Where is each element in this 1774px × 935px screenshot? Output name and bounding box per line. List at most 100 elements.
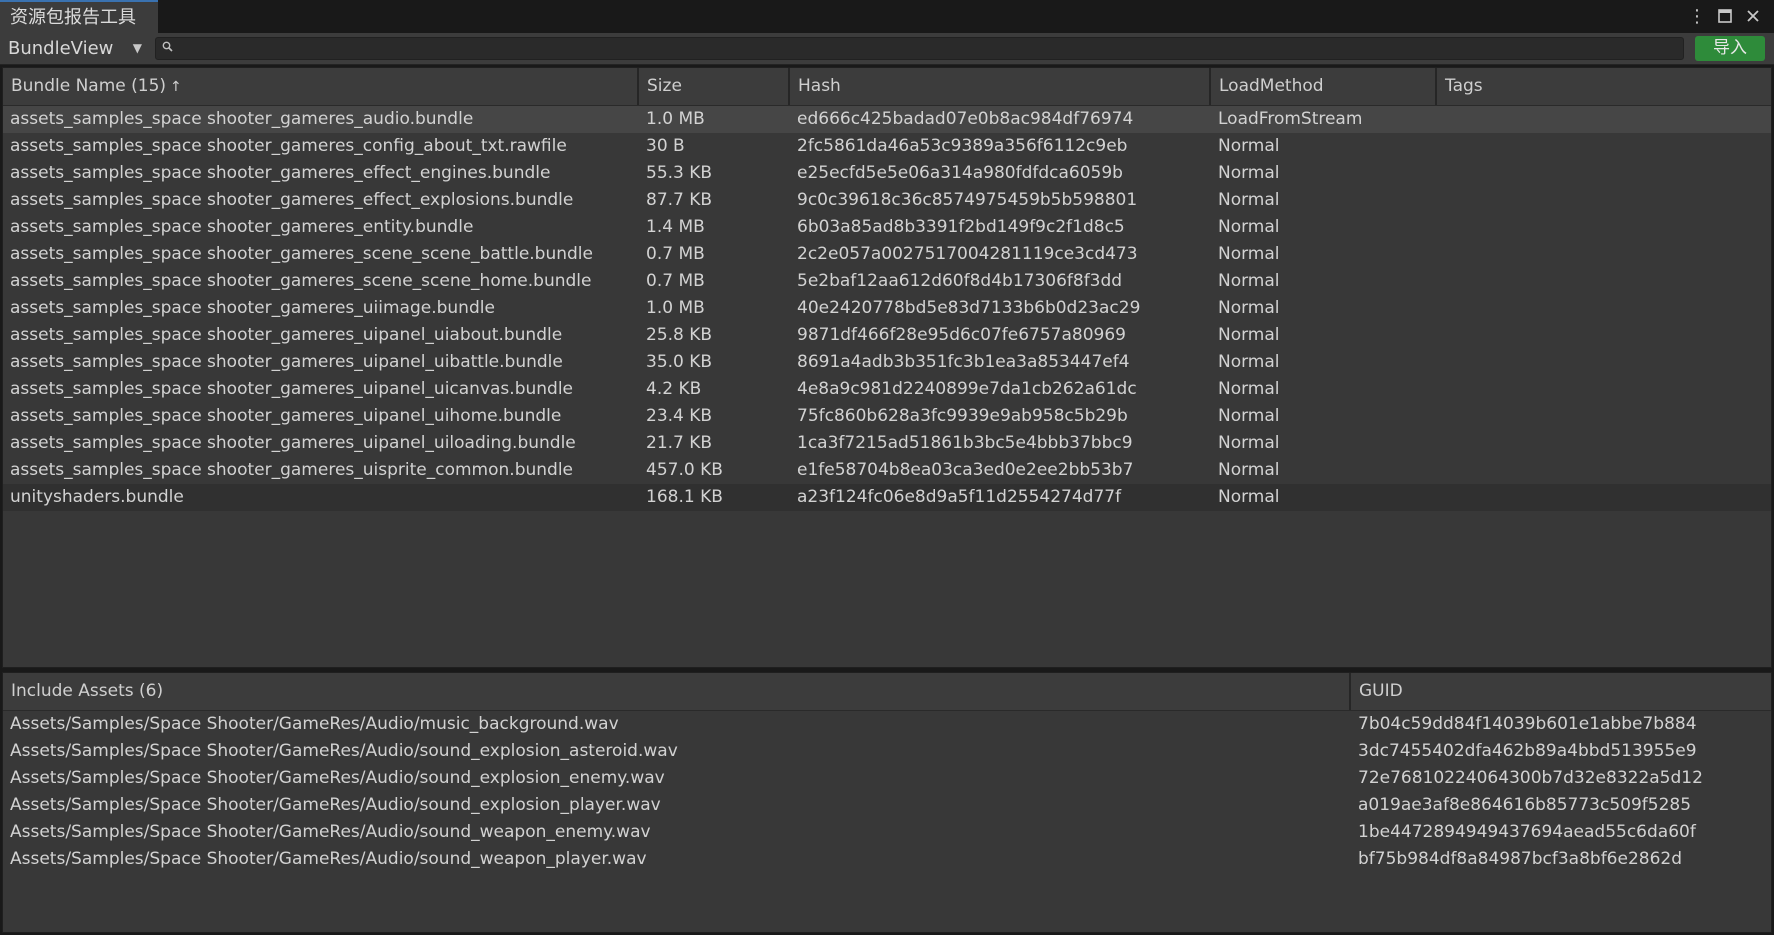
- bundle-cell-hash: e25ecfd5e5e06a314a980fdfdca6059b: [797, 163, 1123, 183]
- bundle-cell-load: Normal: [1218, 406, 1280, 426]
- bundle-cell-hash: 40e2420778bd5e83d7133b6b0d23ac29: [797, 298, 1141, 318]
- bundle-cell-load: Normal: [1218, 271, 1280, 291]
- bundle-cell-size: 25.8 KB: [646, 325, 713, 345]
- bundle-cell-size: 21.7 KB: [646, 433, 713, 453]
- bundle-cell-load: Normal: [1218, 487, 1280, 507]
- bundle-cell-size: 1.0 MB: [646, 298, 705, 318]
- asset-row[interactable]: Assets/Samples/Space Shooter/GameRes/Aud…: [3, 711, 1771, 738]
- bundle-cell-name: assets_samples_space shooter_gameres_uip…: [10, 433, 576, 453]
- bundle-row[interactable]: assets_samples_space shooter_gameres_aud…: [3, 106, 1771, 133]
- bundle-cell-size: 4.2 KB: [646, 379, 702, 399]
- bundle-cell-hash: 4e8a9c981d2240899e7da1cb262a61dc: [797, 379, 1137, 399]
- bundle-cell-name: assets_samples_space shooter_gameres_sce…: [10, 271, 592, 291]
- bundle-row[interactable]: assets_samples_space shooter_gameres_con…: [3, 133, 1771, 160]
- bundle-cell-name: assets_samples_space shooter_gameres_uip…: [10, 325, 563, 345]
- bundle-row[interactable]: assets_samples_space shooter_gameres_eff…: [3, 160, 1771, 187]
- bundle-row[interactable]: assets_samples_space shooter_gameres_uii…: [3, 295, 1771, 322]
- bundle-cell-name: assets_samples_space shooter_gameres_uis…: [10, 460, 574, 480]
- bundle-cell-name: unityshaders.bundle: [10, 487, 184, 507]
- asset-row[interactable]: Assets/Samples/Space Shooter/GameRes/Aud…: [3, 846, 1771, 873]
- bundle-table-header: Bundle Name (15) ↑ Size Hash LoadMethod T…: [3, 68, 1771, 106]
- bundle-cell-size: 55.3 KB: [646, 163, 713, 183]
- bundle-cell-size: 87.7 KB: [646, 190, 713, 210]
- asset-cell-guid: bf75b984df8a84987bcf3a8bf6e2862d: [1358, 849, 1683, 869]
- bundle-cell-hash: e1fe58704b8ea03ca3ed0e2ee2bb53b7: [797, 460, 1134, 480]
- bundle-cell-load: Normal: [1218, 136, 1280, 156]
- asset-cell-path: Assets/Samples/Space Shooter/GameRes/Aud…: [10, 768, 665, 788]
- bundle-row[interactable]: unityshaders.bundle 168.1 KB a23f124fc06e8…: [3, 484, 1771, 511]
- include-assets-panel: Include Assets (6) GUID Assets/Samples/S…: [2, 672, 1772, 933]
- bundle-cell-name: assets_samples_space shooter_gameres_uip…: [10, 406, 562, 426]
- asset-cell-guid: 3dc7455402dfa462b89a4bbd513955e9: [1358, 741, 1697, 761]
- import-button[interactable]: 导入: [1695, 36, 1765, 61]
- bundle-row[interactable]: assets_samples_space shooter_gameres_ent…: [3, 214, 1771, 241]
- bundle-cell-hash: 8691a4adb3b351fc3b1ea3a853447ef4: [797, 352, 1130, 372]
- bundle-row[interactable]: assets_samples_space shooter_gameres_eff…: [3, 187, 1771, 214]
- search-input[interactable]: [155, 37, 1684, 60]
- bundle-list-panel: Bundle Name (15) ↑ Size Hash LoadMethod T…: [2, 67, 1772, 668]
- bundle-cell-hash: 2c2e057a0027517004281119ce3cd473: [797, 244, 1138, 264]
- asset-row[interactable]: Assets/Samples/Space Shooter/GameRes/Aud…: [3, 765, 1771, 792]
- bundle-row[interactable]: assets_samples_space shooter_gameres_uip…: [3, 376, 1771, 403]
- column-header-bundle-name[interactable]: Bundle Name (15) ↑: [3, 68, 639, 105]
- bundle-cell-hash: 1ca3f7215ad51861b3bc5e4bbb37bbc9: [797, 433, 1133, 453]
- view-mode-label: BundleView: [8, 38, 114, 59]
- asset-cell-path: Assets/Samples/Space Shooter/GameRes/Aud…: [10, 795, 661, 815]
- kebab-menu-icon[interactable]: ⋮: [1686, 4, 1708, 28]
- bundle-cell-load: Normal: [1218, 190, 1280, 210]
- close-icon[interactable]: [1742, 4, 1764, 28]
- column-header-load-method[interactable]: LoadMethod: [1211, 68, 1437, 105]
- bundle-row[interactable]: assets_samples_space shooter_gameres_uip…: [3, 403, 1771, 430]
- column-header-include-assets[interactable]: Include Assets (6): [3, 673, 1351, 710]
- asset-cell-path: Assets/Samples/Space Shooter/GameRes/Aud…: [10, 741, 678, 761]
- search-icon: [162, 38, 173, 59]
- maximize-icon[interactable]: [1714, 4, 1736, 28]
- bundle-cell-name: assets_samples_space shooter_gameres_uip…: [10, 379, 574, 399]
- bundle-row[interactable]: assets_samples_space shooter_gameres_sce…: [3, 268, 1771, 295]
- bundle-cell-size: 1.4 MB: [646, 217, 705, 237]
- bundle-row[interactable]: assets_samples_space shooter_gameres_uip…: [3, 430, 1771, 457]
- asset-cell-path: Assets/Samples/Space Shooter/GameRes/Aud…: [10, 822, 651, 842]
- bundle-cell-size: 35.0 KB: [646, 352, 713, 372]
- asset-row[interactable]: Assets/Samples/Space Shooter/GameRes/Aud…: [3, 819, 1771, 846]
- title-bar: 资源包报告工具 ⋮: [0, 0, 1774, 33]
- column-header-size[interactable]: Size: [639, 68, 790, 105]
- bundle-row[interactable]: assets_samples_space shooter_gameres_uip…: [3, 349, 1771, 376]
- bundle-row[interactable]: assets_samples_space shooter_gameres_uis…: [3, 457, 1771, 484]
- bundle-cell-name: assets_samples_space shooter_gameres_aud…: [10, 109, 474, 129]
- window-tab[interactable]: 资源包报告工具: [0, 0, 158, 33]
- window-controls: ⋮: [1686, 3, 1764, 29]
- bundle-rows: assets_samples_space shooter_gameres_aud…: [3, 106, 1771, 511]
- bundle-cell-name: assets_samples_space shooter_gameres_ent…: [10, 217, 474, 237]
- bundle-cell-load: LoadFromStream: [1218, 109, 1363, 129]
- asset-row[interactable]: Assets/Samples/Space Shooter/GameRes/Aud…: [3, 738, 1771, 765]
- bundle-cell-load: Normal: [1218, 379, 1280, 399]
- asset-row[interactable]: Assets/Samples/Space Shooter/GameRes/Aud…: [3, 792, 1771, 819]
- bundle-cell-name: assets_samples_space shooter_gameres_con…: [10, 136, 567, 156]
- asset-cell-guid: a019ae3af8e864616b85773c509f5285: [1358, 795, 1692, 815]
- toolbar: BundleView ▼ 导入: [0, 33, 1774, 65]
- column-header-hash[interactable]: Hash: [790, 68, 1211, 105]
- column-label-bundle-name: Bundle Name (15): [11, 76, 167, 96]
- bundle-row[interactable]: assets_samples_space shooter_gameres_sce…: [3, 241, 1771, 268]
- bundle-row[interactable]: assets_samples_space shooter_gameres_uip…: [3, 322, 1771, 349]
- bundle-cell-name: assets_samples_space shooter_gameres_eff…: [10, 190, 574, 210]
- column-header-guid[interactable]: GUID: [1351, 673, 1771, 710]
- chevron-down-icon: ▼: [132, 41, 142, 55]
- bundle-cell-name: assets_samples_space shooter_gameres_uii…: [10, 298, 495, 318]
- bundle-cell-load: Normal: [1218, 460, 1280, 480]
- bundle-cell-load: Normal: [1218, 163, 1280, 183]
- bundle-cell-load: Normal: [1218, 217, 1280, 237]
- bundle-cell-size: 0.7 MB: [646, 271, 705, 291]
- bundle-cell-name: assets_samples_space shooter_gameres_eff…: [10, 163, 551, 183]
- bundle-cell-hash: a23f124fc06e8d9a5f11d2554274d77f: [797, 487, 1122, 507]
- view-mode-dropdown[interactable]: BundleView ▼: [2, 35, 148, 62]
- bundle-cell-size: 168.1 KB: [646, 487, 723, 507]
- asset-cell-guid: 72e76810224064300b7d32e8322a5d12: [1358, 768, 1703, 788]
- assets-table-header: Include Assets (6) GUID: [3, 673, 1771, 711]
- asset-cell-path: Assets/Samples/Space Shooter/GameRes/Aud…: [10, 849, 647, 869]
- sort-ascending-icon: ↑: [170, 79, 182, 95]
- column-header-tags[interactable]: Tags: [1437, 68, 1771, 105]
- bundle-cell-size: 30 B: [646, 136, 685, 156]
- bundle-cell-size: 23.4 KB: [646, 406, 713, 426]
